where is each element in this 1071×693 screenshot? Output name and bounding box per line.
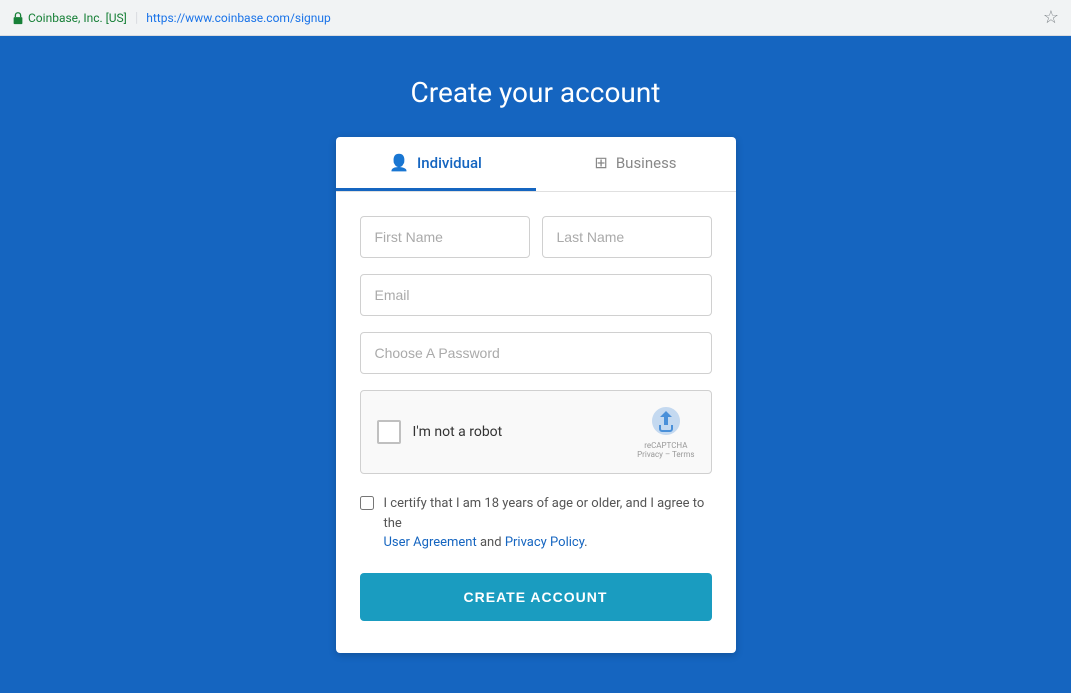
- tab-business-label: Business: [616, 154, 677, 172]
- recaptcha-policy-links: Privacy – Terms: [637, 450, 694, 459]
- recaptcha-checkbox[interactable]: [377, 420, 401, 444]
- privacy-policy-link[interactable]: Privacy Policy: [505, 535, 584, 550]
- form-body: I'm not a robot reCAPTCHA Privacy – Term…: [336, 216, 736, 474]
- email-input[interactable]: [360, 274, 712, 316]
- tab-individual-label: Individual: [417, 154, 482, 172]
- password-group: [360, 332, 712, 374]
- recaptcha-icon: [650, 405, 682, 441]
- lock-icon: [12, 11, 24, 25]
- page-title: Create your account: [411, 76, 661, 109]
- account-type-tabs: 👤 Individual ⊞ Business: [336, 137, 736, 192]
- name-row: [360, 216, 712, 258]
- recaptcha-widget[interactable]: I'm not a robot reCAPTCHA Privacy – Term…: [360, 390, 712, 474]
- security-label: Coinbase, Inc. [US]: [28, 11, 127, 25]
- email-group: [360, 274, 712, 316]
- password-input[interactable]: [360, 332, 712, 374]
- recaptcha-brand-text: reCAPTCHA: [644, 441, 687, 450]
- user-agreement-link[interactable]: User Agreement: [384, 535, 477, 550]
- recaptcha-label: I'm not a robot: [413, 424, 626, 440]
- recaptcha-logo: reCAPTCHA Privacy – Terms: [637, 405, 694, 459]
- cert-checkbox[interactable]: [360, 496, 374, 510]
- cert-text: I certify that I am 18 years of age or o…: [384, 494, 712, 553]
- first-name-input[interactable]: [360, 216, 530, 258]
- bookmark-icon[interactable]: ☆: [1043, 7, 1059, 28]
- tab-business[interactable]: ⊞ Business: [536, 137, 736, 191]
- browser-url[interactable]: https://www.coinbase.com/signup: [146, 11, 330, 25]
- browser-security: Coinbase, Inc. [US]: [12, 11, 127, 25]
- business-icon: ⊞: [594, 153, 607, 172]
- last-name-input[interactable]: [542, 216, 712, 258]
- create-account-button[interactable]: CREATE ACCOUNT: [360, 573, 712, 621]
- page-background: Create your account 👤 Individual ⊞ Busin…: [0, 36, 1071, 693]
- browser-bar: Coinbase, Inc. [US] | https://www.coinba…: [0, 0, 1071, 36]
- signup-card: 👤 Individual ⊞ Business: [336, 137, 736, 653]
- url-divider: |: [135, 10, 138, 26]
- individual-icon: 👤: [389, 153, 409, 172]
- tab-individual[interactable]: 👤 Individual: [336, 137, 536, 191]
- certification-row: I certify that I am 18 years of age or o…: [336, 494, 736, 553]
